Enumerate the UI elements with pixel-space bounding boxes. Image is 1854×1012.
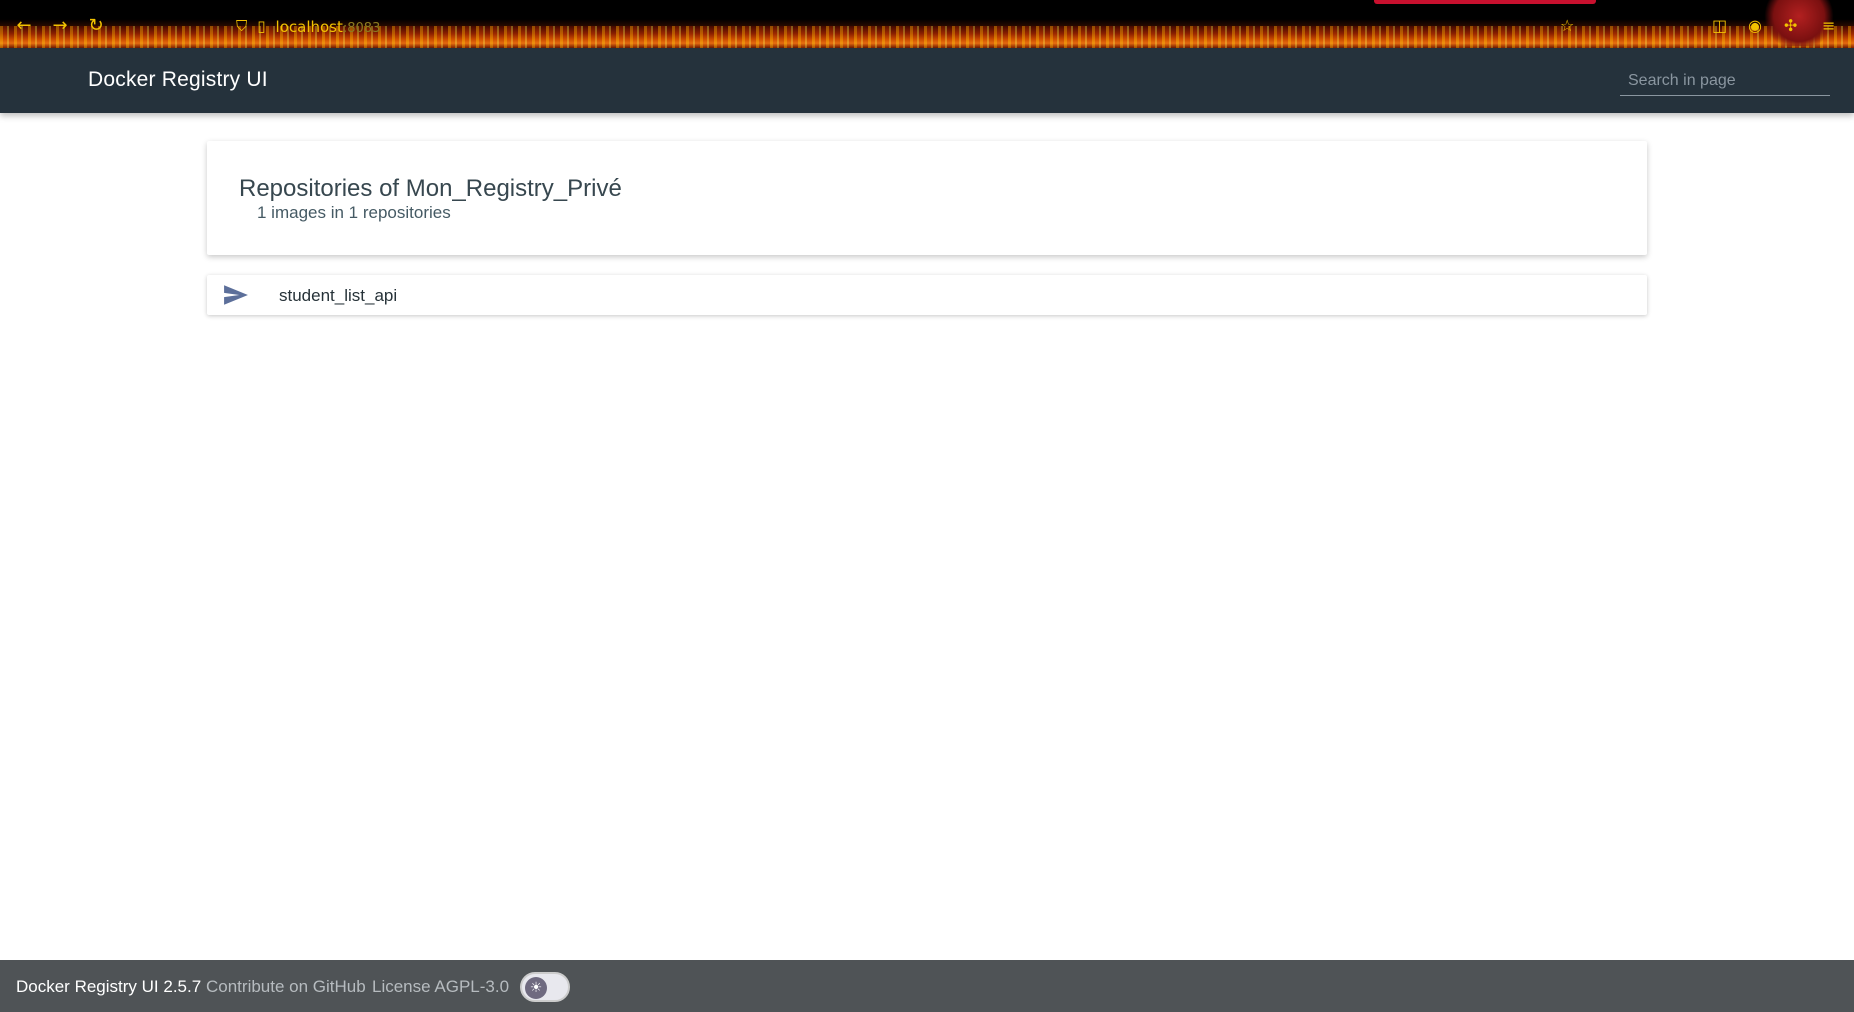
star-icon[interactable]: ☆: [1560, 14, 1574, 38]
contribute-link[interactable]: Contribute on GitHub: [206, 977, 366, 997]
footer-version: Docker Registry UI 2.5.7: [16, 977, 202, 996]
page-title: Repositories of Mon_Registry_Privé: [239, 175, 622, 202]
pocket-icon[interactable]: ◫: [1712, 14, 1727, 38]
search-input[interactable]: [1620, 66, 1830, 96]
list-item[interactable]: student_list_api: [207, 275, 1647, 315]
extensions-icon[interactable]: ✣: [1784, 14, 1797, 38]
shield-icon[interactable]: ⛉: [236, 17, 247, 35]
sun-icon: ☀: [525, 977, 547, 999]
app-header: Docker Registry UI: [0, 48, 1854, 113]
footer: Docker Registry UI 2.5.7 Contribute on G…: [0, 960, 1854, 1012]
repository-name: student_list_api: [279, 286, 398, 305]
browser-toolbar: ← → ↻ ⛉ ▯ localhost:8083 ☆ ◫ ◉ ✣ ≡: [0, 0, 1854, 48]
address-bar[interactable]: ⛉ ▯ localhost:8083: [236, 14, 380, 38]
forward-icon[interactable]: →: [48, 14, 72, 38]
url-port: :8083: [342, 20, 381, 36]
reload-icon[interactable]: ↻: [84, 14, 108, 38]
page-icon: ▯: [257, 17, 266, 35]
url-host: localhost: [275, 17, 343, 36]
account-icon[interactable]: ◉: [1748, 14, 1762, 38]
back-icon[interactable]: ←: [12, 14, 36, 38]
repositories-header-card: Repositories of Mon_Registry_Privé 1 ima…: [207, 141, 1647, 255]
menu-icon[interactable]: ≡: [1822, 14, 1835, 38]
tab-indicator: [1374, 0, 1596, 4]
license-link[interactable]: License AGPL-3.0: [372, 977, 509, 997]
send-icon: [224, 285, 248, 305]
repositories-summary: 1 images in 1 repositories: [257, 203, 451, 222]
theme-toggle[interactable]: ☀: [520, 972, 570, 1002]
app-title[interactable]: Docker Registry UI: [88, 68, 268, 92]
